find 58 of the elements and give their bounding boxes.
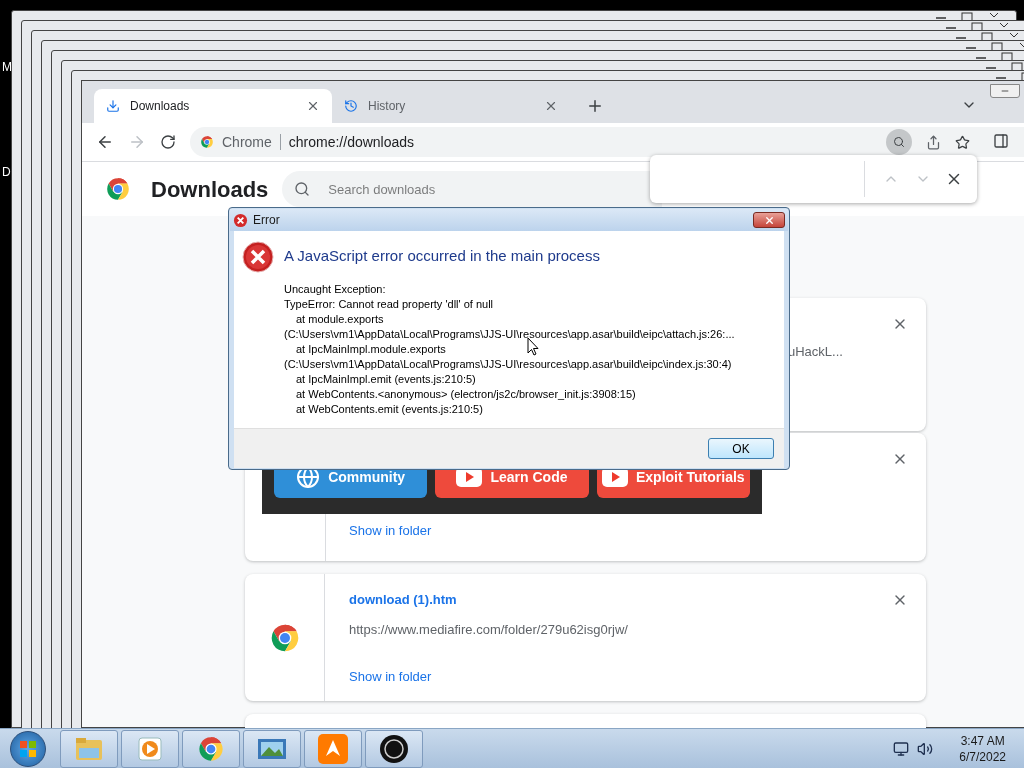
minimize-button[interactable] xyxy=(990,84,1020,98)
chrome-icon xyxy=(197,734,225,763)
close-tab-icon[interactable] xyxy=(544,99,558,113)
error-message-line: (C:\Users\vm1\AppData\Local\Programs\JJS-UI\resources\app.asar\build\eipc\attach.js:26:... xyxy=(284,326,735,342)
start-button[interactable] xyxy=(10,730,46,767)
ok-button[interactable]: OK xyxy=(708,438,774,459)
address-bar[interactable]: Chrome chrome://downloads xyxy=(190,127,1024,157)
error-message-line: at IpcMainImpl.module.exports xyxy=(295,341,446,357)
desktop-icon-label: M xyxy=(2,59,12,76)
show-in-folder-link[interactable]: Show in folder xyxy=(349,521,432,541)
chrome-icon xyxy=(200,135,214,149)
error-message-line: at WebContents.<anonymous> (electron/js2c/browser_init.js:3908:15) xyxy=(295,386,636,402)
history-icon xyxy=(344,99,358,113)
error-message-line: TypeError: Cannot read property 'dll' of null xyxy=(284,296,494,312)
error-message-line: at module.exports xyxy=(295,311,384,327)
windows-logo-icon xyxy=(19,739,37,758)
close-icon xyxy=(763,214,775,226)
round-logo-icon xyxy=(379,733,409,764)
error-message-line: at WebContents.emit (events.js:210:5) xyxy=(295,401,483,417)
volume-icon[interactable] xyxy=(917,740,934,757)
error-title-icon xyxy=(233,212,248,228)
clock[interactable]: 3:47 AM 6/7/2022 xyxy=(959,732,1006,765)
show-in-folder-link[interactable]: Show in folder xyxy=(349,667,628,687)
browser-tab[interactable]: History xyxy=(332,89,570,123)
error-message-line: at IpcMainImpl.emit (events.js:210:5) xyxy=(295,371,476,387)
download-url: https://www.mediafire.com/folder/279u62isg0rjw/ xyxy=(349,620,628,639)
desktop-icon-label: D xyxy=(2,164,11,181)
close-button[interactable] xyxy=(753,212,785,228)
page-title: Downloads xyxy=(151,175,269,204)
search-field[interactable]: Search downloads xyxy=(282,171,663,207)
error-message-line: (C:\Users\vm1\AppData\Local\Programs\JJS-UI\resources\app.asar\build\eipc\index.js:30:4) xyxy=(284,356,732,372)
chrome-logo xyxy=(105,176,131,202)
browser-tab[interactable]: Downloads xyxy=(94,89,332,123)
new-tab-button[interactable] xyxy=(586,97,604,115)
zoom-button[interactable] xyxy=(886,129,912,155)
clock-time: 3:47 AM xyxy=(960,732,1005,749)
address-url: chrome://downloads xyxy=(288,132,415,152)
avast-icon xyxy=(318,733,348,764)
dialog-title: Error xyxy=(253,212,281,229)
share-button[interactable] xyxy=(926,134,941,150)
side-panel-icon[interactable] xyxy=(993,133,1009,149)
error-message-line: Uncaught Exception: xyxy=(284,281,386,297)
clock-date: 6/7/2022 xyxy=(959,748,1006,765)
reload-button[interactable] xyxy=(160,134,176,150)
network-icon[interactable] xyxy=(893,740,910,757)
error-icon xyxy=(242,241,274,273)
media-player-icon xyxy=(138,735,162,762)
close-tab-icon[interactable] xyxy=(306,99,320,113)
bookmark-button[interactable] xyxy=(955,134,970,150)
folder-icon xyxy=(74,735,104,762)
dialog-heading: A JavaScript error occurred in the main process xyxy=(284,246,601,266)
site-label: Chrome xyxy=(222,132,272,152)
download-icon xyxy=(106,99,120,113)
back-button[interactable] xyxy=(96,133,114,151)
taskbar-button[interactable] xyxy=(365,729,423,768)
zoom-icon xyxy=(893,136,905,148)
file-name-link[interactable]: download (1).htm xyxy=(349,590,628,610)
search-icon xyxy=(294,181,311,197)
